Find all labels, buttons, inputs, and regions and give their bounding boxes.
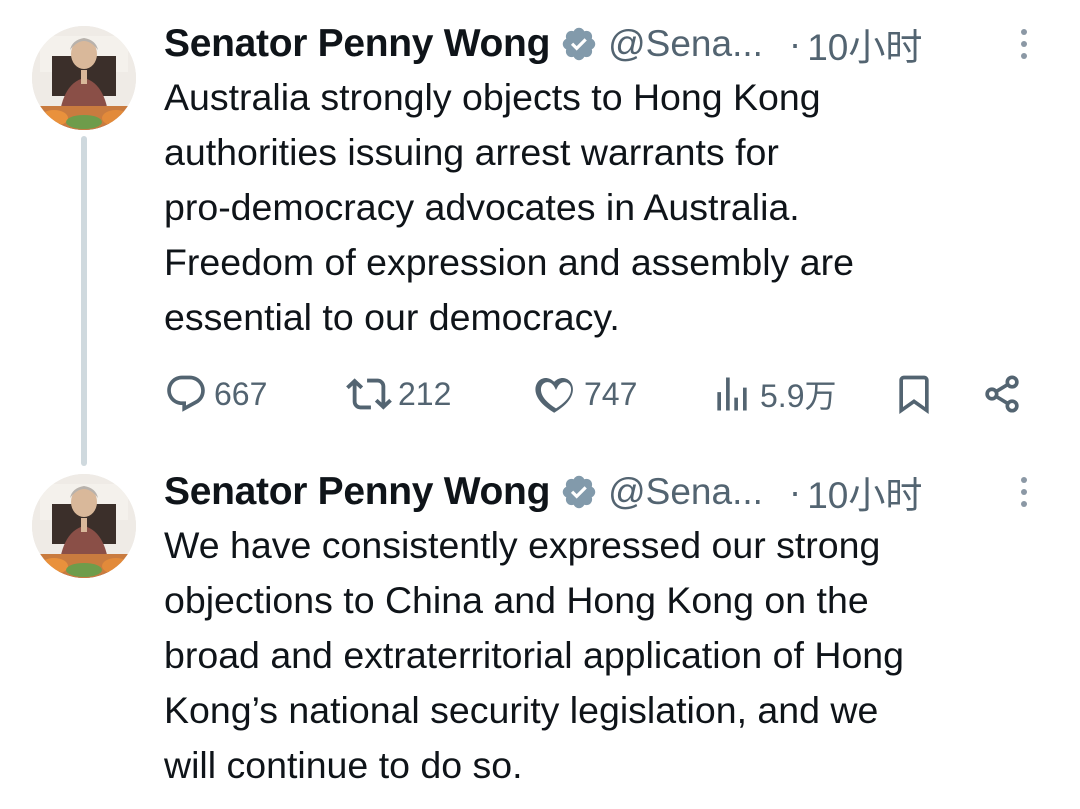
tweet-actions: 667 212 747 5.9万 — [164, 364, 1034, 424]
avatar[interactable] — [32, 26, 136, 130]
tweet-text-line: will continue to do so. — [164, 744, 523, 786]
tweet-text: Australia strongly objects to Hong Kong … — [164, 70, 1054, 345]
author-name[interactable]: Senator Penny Wong — [164, 22, 550, 66]
tweet-text-line: objections to China and Hong Kong on the — [164, 579, 869, 621]
tweet-header: Senator Penny Wong @Sena... · 10小时 — [164, 18, 1044, 70]
separator-dot: · — [788, 23, 802, 64]
tweet[interactable]: Senator Penny Wong @Sena... · 10小时 We ha… — [0, 448, 1080, 809]
tweet-text-line: Kong’s national security legislation, an… — [164, 689, 879, 731]
reply-button[interactable]: 667 — [164, 364, 267, 424]
bookmark-button[interactable] — [892, 364, 936, 424]
thread-connector-line — [81, 136, 87, 466]
verified-badge-icon — [562, 27, 596, 61]
more-options-icon[interactable] — [1004, 24, 1044, 64]
views-count: 5.9万 — [760, 378, 837, 414]
author-handle[interactable]: @Sena... — [608, 23, 763, 65]
repost-count: 212 — [398, 375, 452, 412]
tweet-text-line: Freedom of expression and assembly are — [164, 241, 854, 283]
heart-icon — [535, 377, 573, 413]
tweet-text-line: Australia strongly objects to Hong Kong — [164, 76, 821, 118]
bookmark-icon — [899, 375, 929, 415]
tweet-text-line: pro-democracy advocates in Australia. — [164, 186, 800, 228]
tweet-header: Senator Penny Wong @Sena... · 10小时 — [164, 466, 1044, 518]
share-button[interactable] — [980, 364, 1024, 424]
timestamp[interactable]: 10小时 — [807, 17, 922, 71]
author-name[interactable]: Senator Penny Wong — [164, 470, 550, 514]
author-handle[interactable]: @Sena... — [608, 471, 763, 513]
avatar[interactable] — [32, 474, 136, 578]
separator-dot: · — [788, 471, 802, 512]
more-options-icon[interactable] — [1004, 472, 1044, 512]
reply-icon — [167, 375, 205, 412]
tweet-text: We have consistently expressed our stron… — [164, 518, 1054, 793]
repost-button[interactable]: 212 — [346, 364, 451, 424]
tweet[interactable]: Senator Penny Wong @Sena... · 10小时 Austr… — [0, 0, 1080, 466]
tweet-text-line: We have consistently expressed our stron… — [164, 524, 881, 566]
views-button[interactable]: 5.9万 — [710, 364, 837, 424]
analytics-icon — [717, 377, 747, 411]
tweet-text-line: authorities issuing arrest warrants for — [164, 131, 779, 173]
repost-icon — [346, 378, 392, 410]
tweet-text-line: broad and extraterritorial application o… — [164, 634, 905, 676]
verified-badge-icon — [562, 475, 596, 509]
share-icon — [985, 375, 1019, 413]
like-count: 747 — [584, 375, 638, 412]
tweet-text-line: essential to our democracy. — [164, 296, 620, 338]
like-button[interactable]: 747 — [534, 364, 637, 424]
timestamp[interactable]: 10小时 — [807, 465, 922, 519]
reply-count: 667 — [214, 375, 268, 412]
